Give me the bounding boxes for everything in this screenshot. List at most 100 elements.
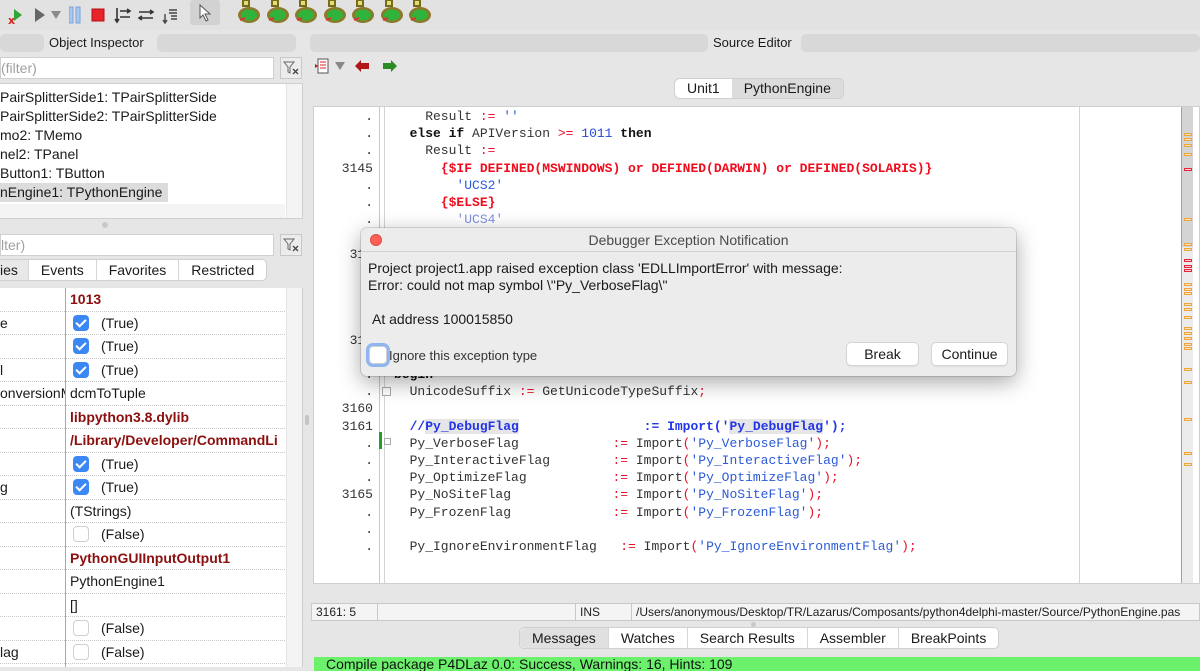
warning-marker[interactable] <box>1184 332 1192 335</box>
jump-forward-button[interactable] <box>383 60 397 72</box>
warning-marker[interactable] <box>1184 381 1192 384</box>
property-filter-input[interactable]: lter) <box>0 234 274 256</box>
code-line[interactable]: Result := '' <box>394 108 519 125</box>
property-value[interactable]: dcmToTuple <box>70 382 287 405</box>
code-line[interactable]: 'UCS4' <box>394 211 503 228</box>
property-row[interactable]: PythonEngine1 <box>0 570 287 594</box>
code-line[interactable]: Py_VerboseFlag := Import('Py_VerboseFlag… <box>394 435 831 452</box>
warning-marker[interactable] <box>1184 292 1192 295</box>
warning-marker[interactable] <box>1184 153 1192 156</box>
warning-marker[interactable] <box>1184 308 1192 311</box>
property-checkbox[interactable] <box>73 338 89 354</box>
step-over-button[interactable] <box>136 4 156 26</box>
property-row[interactable]: l (True) <box>0 359 287 382</box>
code-line[interactable]: Py_NoSiteFlag := Import('Py_NoSiteFlag')… <box>394 486 824 503</box>
warning-marker[interactable] <box>1184 463 1192 466</box>
step-into-button[interactable] <box>113 4 133 26</box>
code-line[interactable]: 'UCS2' <box>394 177 503 194</box>
code-line[interactable]: else if APIVersion >= 1011 then <box>394 125 652 142</box>
property-grid-scrollbar[interactable] <box>286 288 302 667</box>
messages-tab[interactable]: Assembler <box>808 628 899 648</box>
jump-back-button[interactable] <box>355 60 369 72</box>
property-row[interactable]: /Library/Developer/CommandLi <box>0 429 287 453</box>
inspector-tab[interactable]: Favorites <box>97 260 180 280</box>
warning-marker[interactable] <box>1184 303 1192 306</box>
python-component-button[interactable] <box>350 0 376 24</box>
code-line[interactable]: UnicodeSuffix := GetUnicodeTypeSuffix; <box>394 383 706 400</box>
code-line[interactable]: Result := <box>394 142 495 159</box>
run-button[interactable] <box>33 4 47 26</box>
code-line[interactable]: Py_OptimizeFlag := Import('Py_OptimizeFl… <box>394 469 839 486</box>
property-value[interactable]: /Library/Developer/CommandLi <box>70 429 287 452</box>
property-row[interactable]: PythonGUIInputOutput1 <box>0 547 287 570</box>
warning-marker[interactable] <box>1184 283 1192 286</box>
messages-tab[interactable]: Messages <box>520 628 609 648</box>
property-checkbox[interactable] <box>73 455 89 472</box>
code-line[interactable]: //Py_DebugFlag := Import('Py_DebugFlag')… <box>394 418 847 435</box>
property-value[interactable]: 1013 <box>70 288 287 311</box>
editor-tab[interactable]: PythonEngine <box>732 79 843 98</box>
property-value[interactable]: [] <box>70 594 287 617</box>
property-value[interactable]: (True) <box>70 359 287 382</box>
inspector-tab[interactable]: Restricted <box>179 260 266 280</box>
run-without-debug-button[interactable]: x <box>4 4 26 26</box>
messages-tab[interactable]: Search Results <box>688 628 808 648</box>
property-row[interactable]: e (True) <box>0 312 287 335</box>
inspector-tab[interactable]: ies <box>0 260 29 280</box>
property-value[interactable]: (True) <box>70 453 287 476</box>
select-pointer-button[interactable] <box>190 0 220 25</box>
pause-button[interactable] <box>68 4 82 26</box>
property-row[interactable]: (False) <box>0 617 287 641</box>
warning-marker[interactable] <box>1184 144 1192 147</box>
bookmark-dropdown-button[interactable] <box>335 61 345 71</box>
close-button[interactable] <box>370 234 382 246</box>
property-row[interactable]: (TStrings) <box>0 500 287 523</box>
property-row[interactable]: libpython3.8.dylib <box>0 406 287 429</box>
python-component-button[interactable] <box>322 0 348 24</box>
warning-marker[interactable] <box>1184 138 1192 141</box>
step-out-button[interactable] <box>160 4 180 26</box>
component-filter-input[interactable]: (filter) <box>0 57 274 79</box>
warning-marker[interactable] <box>1184 243 1192 246</box>
warning-marker[interactable] <box>1184 337 1192 340</box>
warning-marker[interactable] <box>1184 327 1192 330</box>
warning-marker[interactable] <box>1184 316 1192 319</box>
property-row[interactable]: 1013 <box>0 288 287 312</box>
property-value[interactable]: (True) <box>70 312 287 335</box>
property-value[interactable]: (False) <box>70 641 287 664</box>
property-column-divider[interactable] <box>65 288 66 667</box>
property-value[interactable]: (True) <box>70 335 287 358</box>
messages-tab[interactable]: Watches <box>609 628 688 648</box>
property-row[interactable]: g (True) <box>0 476 287 500</box>
property-value[interactable]: (TStrings) <box>70 500 287 523</box>
fold-begin-icon[interactable] <box>382 387 391 396</box>
property-row[interactable]: (True) <box>0 453 287 476</box>
warning-marker[interactable] <box>1184 418 1192 421</box>
property-value[interactable]: libpython3.8.dylib <box>70 406 287 429</box>
splitter-handle[interactable] <box>102 222 108 228</box>
property-value[interactable]: PythonGUIInputOutput1 <box>70 547 287 570</box>
python-component-button[interactable] <box>265 0 291 24</box>
tree-item[interactable]: PairSplitterSide1: TPairSplitterSide <box>0 88 217 107</box>
code-line[interactable]: {$IF DEFINED(MSWINDOWS) or DEFINED(DARWI… <box>394 160 932 177</box>
code-line[interactable]: {$ELSE} <box>394 194 496 211</box>
error-marker[interactable] <box>1184 259 1192 262</box>
property-checkbox[interactable] <box>73 526 89 542</box>
property-row[interactable]: lag (False) <box>0 641 287 664</box>
tree-item[interactable]: PairSplitterSide2: TPairSplitterSide <box>0 107 217 126</box>
property-value[interactable]: (True) <box>70 476 287 499</box>
tree-item[interactable]: nEngine1: TPythonEngine <box>0 183 168 202</box>
messages-tab[interactable]: BreakPoints <box>899 628 998 648</box>
python-component-button[interactable] <box>236 0 262 24</box>
compile-message[interactable]: Compile package P4DLaz 0.0: Success, War… <box>314 657 1200 671</box>
stop-button[interactable] <box>90 4 106 26</box>
property-checkbox[interactable] <box>73 643 89 660</box>
error-marker[interactable] <box>1184 168 1192 171</box>
property-checkbox[interactable] <box>73 361 89 378</box>
tree-vertical-scrollbar[interactable] <box>286 84 302 218</box>
warning-marker[interactable] <box>1184 452 1192 455</box>
warning-marker[interactable] <box>1184 343 1192 346</box>
warning-marker[interactable] <box>1184 347 1192 350</box>
tree-item[interactable]: mo2: TMemo <box>0 126 82 145</box>
fold-marker-icon[interactable] <box>384 438 391 445</box>
